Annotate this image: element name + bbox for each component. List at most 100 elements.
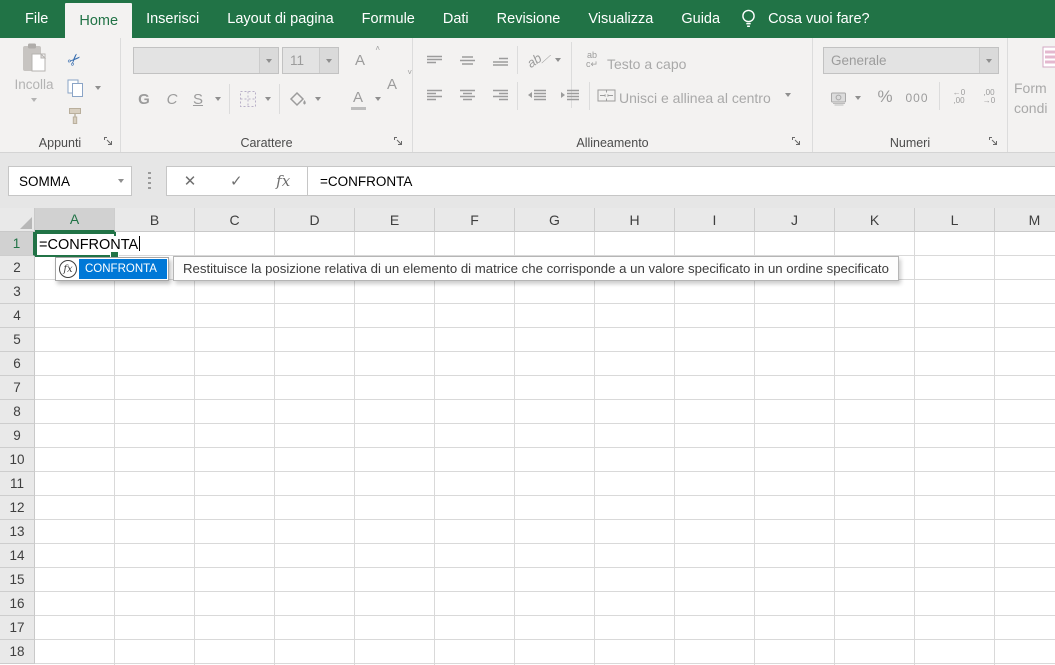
column-header-e[interactable]: E (355, 208, 435, 232)
tab-visualizza[interactable]: Visualizza (574, 0, 667, 38)
paste-button[interactable]: Incolla (7, 42, 61, 138)
numeri-dialog-launcher-icon[interactable] (988, 136, 999, 147)
tab-layout-di-pagina[interactable]: Layout di pagina (213, 0, 347, 38)
font-color-chevron-icon[interactable] (375, 97, 381, 101)
column-header-l[interactable]: L (915, 208, 995, 232)
increase-decimal-button[interactable]: ←0 ,00 (945, 85, 973, 109)
column-header-i[interactable]: I (675, 208, 755, 232)
orientation-chevron-icon[interactable] (555, 58, 561, 62)
merge-center-button[interactable] (595, 84, 617, 106)
column-header-g[interactable]: G (515, 208, 595, 232)
font-size-select[interactable]: 11 (282, 47, 339, 74)
column-header-j[interactable]: J (755, 208, 835, 232)
tab-file[interactable]: File (8, 0, 65, 38)
formula-bar-separator[interactable] (148, 172, 151, 190)
name-box-dropdown-icon[interactable] (111, 179, 131, 183)
grid-cells[interactable] (35, 232, 1055, 665)
font-name-select[interactable] (133, 47, 279, 74)
tab-inserisci[interactable]: Inserisci (132, 0, 213, 38)
comma-style-button[interactable]: 000 (901, 86, 933, 110)
underline-chevron-icon[interactable] (215, 97, 221, 101)
align-left-button[interactable] (421, 84, 447, 106)
formula-input[interactable]: =CONFRONTA (307, 166, 1055, 196)
autocomplete-item-confronta[interactable]: CONFRONTA (79, 259, 167, 279)
copy-button[interactable] (62, 76, 88, 100)
font-color-button[interactable]: A (345, 85, 371, 113)
name-box[interactable]: SOMMA (8, 166, 132, 196)
align-middle-button[interactable] (454, 50, 480, 72)
row-header-12[interactable]: 12 (0, 496, 35, 520)
tab-guida[interactable]: Guida (667, 0, 734, 38)
align-right-button[interactable] (487, 84, 513, 106)
row-header-9[interactable]: 9 (0, 424, 35, 448)
number-format-select[interactable]: Generale (823, 47, 999, 74)
tab-formule[interactable]: Formule (348, 0, 429, 38)
row-header-10[interactable]: 10 (0, 448, 35, 472)
decrease-indent-button[interactable] (523, 84, 551, 106)
column-header-h[interactable]: H (595, 208, 675, 232)
cancel-button[interactable]: ✕ (184, 172, 197, 190)
column-header-k[interactable]: K (835, 208, 915, 232)
accounting-chevron-icon[interactable] (855, 96, 861, 100)
accounting-format-button[interactable] (827, 86, 851, 110)
decrease-decimal-button[interactable]: ,00 →0 (975, 85, 1003, 109)
borders-chevron-icon[interactable] (265, 97, 271, 101)
row-header-16[interactable]: 16 (0, 592, 35, 616)
row-header-14[interactable]: 14 (0, 544, 35, 568)
increase-indent-button[interactable] (556, 84, 584, 106)
row-header-11[interactable]: 11 (0, 472, 35, 496)
conditional-formatting-icon[interactable] (1042, 46, 1055, 68)
row-header-15[interactable]: 15 (0, 568, 35, 592)
align-center-button[interactable] (454, 84, 480, 106)
decrease-font-size-button[interactable]: A˅ (379, 72, 405, 96)
enter-button[interactable]: ✓ (230, 172, 243, 190)
allineamento-dialog-launcher-icon[interactable] (791, 136, 802, 147)
underline-button[interactable]: S (187, 86, 209, 112)
select-all-button[interactable] (0, 208, 35, 232)
row-header-18[interactable]: 18 (0, 640, 35, 664)
merge-center-label[interactable]: Unisci e allinea al centro (619, 90, 771, 106)
tab-dati[interactable]: Dati (429, 0, 483, 38)
align-bottom-button[interactable] (487, 50, 513, 72)
fill-color-button[interactable] (285, 86, 311, 112)
wrap-text-button[interactable]: abc↵ (581, 48, 603, 72)
column-header-d[interactable]: D (275, 208, 355, 232)
column-header-m[interactable]: M (995, 208, 1055, 232)
row-header-17[interactable]: 17 (0, 616, 35, 640)
percent-style-button[interactable]: % (871, 84, 899, 110)
row-header-13[interactable]: 13 (0, 520, 35, 544)
column-header-f[interactable]: F (435, 208, 515, 232)
tab-revisione[interactable]: Revisione (483, 0, 575, 38)
tell-me-box[interactable]: Cosa vuoi fare? (734, 0, 870, 38)
row-header-1[interactable]: 1 (0, 232, 35, 256)
row-header-8[interactable]: 8 (0, 400, 35, 424)
format-painter-button[interactable] (62, 104, 88, 128)
column-header-c[interactable]: C (195, 208, 275, 232)
wrap-text-label[interactable]: Testo a capo (607, 56, 686, 72)
row-header-6[interactable]: 6 (0, 352, 35, 376)
merge-center-chevron-icon[interactable] (785, 93, 791, 97)
active-cell-a1[interactable]: =CONFRONTA (35, 232, 116, 257)
row-header-7[interactable]: 7 (0, 376, 35, 400)
column-header-a[interactable]: A (35, 208, 115, 232)
insert-function-button[interactable]: fx (276, 172, 290, 190)
cut-button[interactable]: ✂ (62, 48, 88, 72)
tab-home[interactable]: Home (65, 3, 132, 38)
fill-color-chevron-icon[interactable] (315, 97, 321, 101)
conditional-formatting-label-line2[interactable]: condi (1014, 100, 1047, 116)
increase-font-size-button[interactable]: A˄ (347, 48, 373, 72)
row-header-4[interactable]: 4 (0, 304, 35, 328)
carattere-dialog-launcher-icon[interactable] (393, 136, 404, 147)
column-header-b[interactable]: B (115, 208, 195, 232)
appunti-dialog-launcher-icon[interactable] (103, 136, 114, 147)
copy-chevron-icon[interactable] (95, 86, 101, 90)
row-header-3[interactable]: 3 (0, 280, 35, 304)
align-top-button[interactable] (421, 50, 447, 72)
row-header-5[interactable]: 5 (0, 328, 35, 352)
borders-button[interactable] (235, 86, 261, 112)
bold-button[interactable]: G (131, 86, 157, 112)
conditional-formatting-label-line1[interactable]: Form (1014, 80, 1047, 96)
italic-button[interactable]: C (159, 86, 185, 112)
row-header-2[interactable]: 2 (0, 256, 35, 280)
orientation-button[interactable]: ab ⟋ (525, 48, 551, 72)
